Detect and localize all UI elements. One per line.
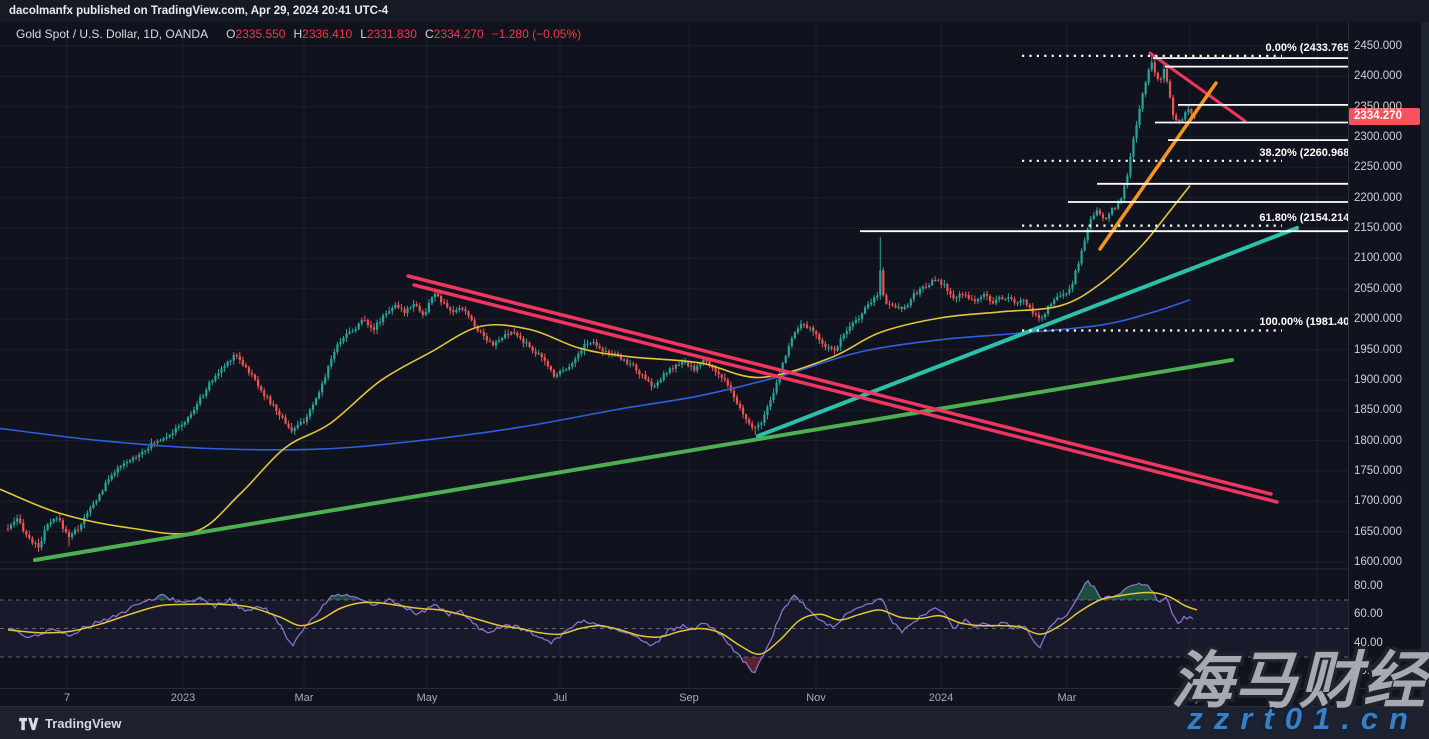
time-tick-label: 2024 <box>929 692 953 704</box>
ohlc-high-label: H <box>293 27 302 41</box>
main-chart-svg[interactable] <box>0 22 1348 688</box>
fib-level-label[interactable]: 0.00% (2433.765) <box>1266 41 1348 55</box>
rsi-tick-label: 80.00 <box>1354 579 1383 593</box>
publish-bar: dacolmanfx published on TradingView.com,… <box>0 0 1429 22</box>
time-tick-label: Sep <box>679 692 699 704</box>
right-scroll-strip[interactable] <box>1421 22 1429 706</box>
price-axis[interactable]: 2334.270 2450.0002400.0002350.0002300.00… <box>1348 22 1422 688</box>
price-tick-label: 2050.000 <box>1354 282 1402 296</box>
ohlc-close-label: C <box>425 27 434 41</box>
ohlc-low-value: 2331.830 <box>367 27 417 41</box>
symbol-title[interactable]: Gold Spot / U.S. Dollar, 1D, OANDA <box>16 27 208 41</box>
price-tick-label: 1950.000 <box>1354 343 1402 357</box>
price-tick-label: 2300.000 <box>1354 130 1402 144</box>
rsi-overbought-fill <box>1076 581 1157 600</box>
fib-level-label[interactable]: 100.00% (1981.40) <box>1259 315 1348 329</box>
price-tick-label: 2150.000 <box>1354 221 1402 235</box>
tradingview-logo-icon <box>18 717 39 731</box>
time-tick-label: 7 <box>64 692 70 704</box>
price-tick-label: 2400.000 <box>1354 69 1402 83</box>
tradingview-brand[interactable]: TradingView <box>18 716 121 731</box>
time-tick-label: Jul <box>553 692 567 704</box>
time-tick-label: Nov <box>806 692 826 704</box>
ohlc-close-value: 2334.270 <box>434 27 484 41</box>
publish-info: dacolmanfx published on TradingView.com,… <box>9 5 388 17</box>
price-tick-label: 2350.000 <box>1354 100 1402 114</box>
price-pane[interactable]: 0.00% (2433.765) 38.20% (2260.968) 61.80% … <box>0 22 1348 688</box>
rsi-tick-label: 60.00 <box>1354 607 1383 621</box>
support-trendline-teal[interactable] <box>758 228 1297 436</box>
symbol-legend[interactable]: Gold Spot / U.S. Dollar, 1D, OANDAO2335.… <box>16 27 581 41</box>
chart-region: 0.00% (2433.765) 38.20% (2260.968) 61.80% … <box>0 22 1429 688</box>
price-tick-label: 2100.000 <box>1354 251 1402 265</box>
rising-trendline-orange[interactable] <box>1100 83 1216 249</box>
watermark-site: zzrt01.cn <box>1187 701 1419 737</box>
tradingview-brand-label: TradingView <box>45 716 121 731</box>
price-tick-label: 1900.000 <box>1354 373 1402 387</box>
time-tick-label: 2023 <box>171 692 195 704</box>
price-tick-label: 2250.000 <box>1354 160 1402 174</box>
price-tick-label: 1650.000 <box>1354 525 1402 539</box>
channel-line-pink-lower[interactable] <box>414 285 1277 502</box>
ma-yellow-line[interactable] <box>0 186 1190 534</box>
time-tick-label: May <box>417 692 438 704</box>
price-tick-label: 1750.000 <box>1354 464 1402 478</box>
fib-level-label[interactable]: 38.20% (2260.968) <box>1259 146 1348 160</box>
support-trendline-green[interactable] <box>35 360 1232 560</box>
price-tick-label: 1700.000 <box>1354 494 1402 508</box>
tradingview-chart-page: dacolmanfx published on TradingView.com,… <box>0 0 1429 739</box>
candlestick-series[interactable] <box>7 56 1196 552</box>
fib-level-label[interactable]: 61.80% (2154.214) <box>1259 211 1348 225</box>
price-tick-label: 2200.000 <box>1354 191 1402 205</box>
ohlc-high-value: 2336.410 <box>302 27 352 41</box>
ohlc-open-value: 2335.550 <box>235 27 285 41</box>
change-value: −1.280 (−0.05%) <box>492 27 581 41</box>
ohlc-low-label: L <box>360 27 367 41</box>
channel-line-pink-upper[interactable] <box>408 276 1271 494</box>
price-tick-label: 1800.000 <box>1354 434 1402 448</box>
price-tick-label: 2450.000 <box>1354 39 1402 53</box>
time-tick-label: Mar <box>295 692 314 704</box>
time-tick-label: Mar <box>1058 692 1077 704</box>
price-tick-label: 2000.000 <box>1354 312 1402 326</box>
price-tick-label: 1600.000 <box>1354 555 1402 569</box>
price-tick-label: 1850.000 <box>1354 403 1402 417</box>
